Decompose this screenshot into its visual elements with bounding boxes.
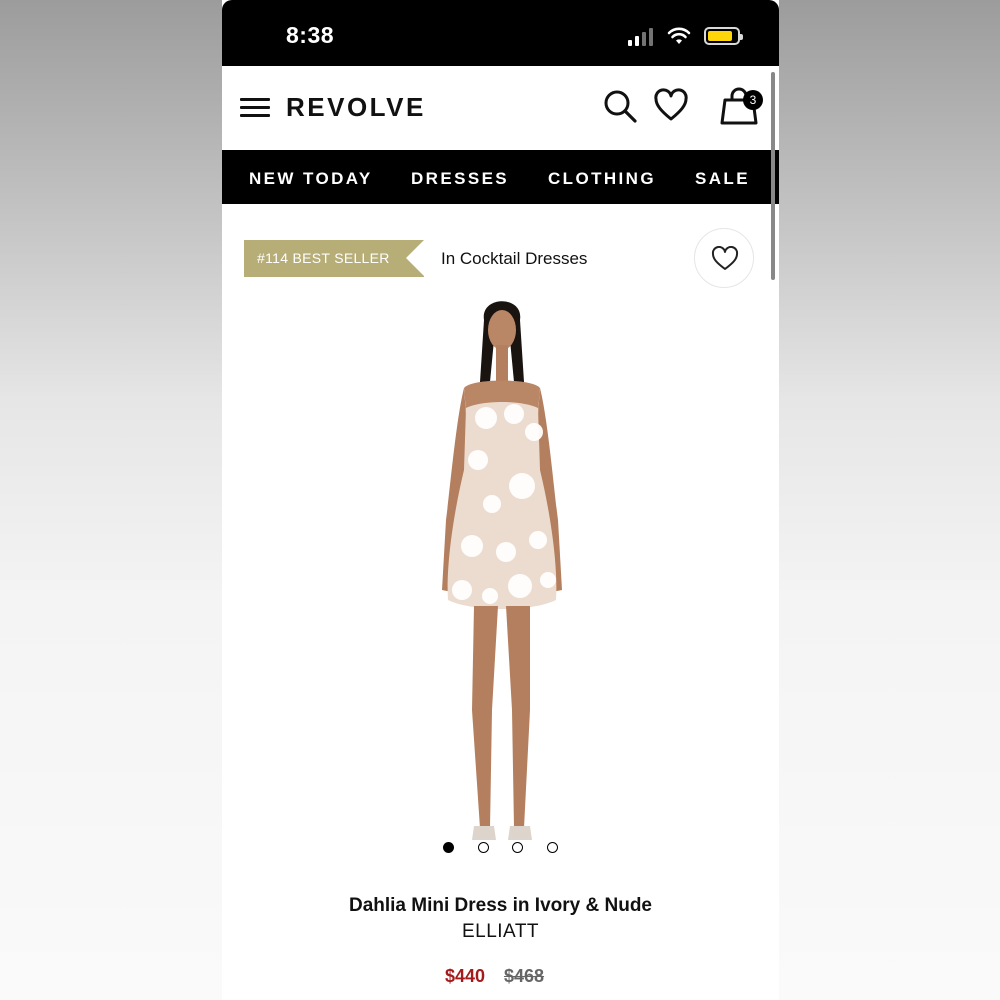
signal-icon — [628, 28, 658, 46]
site-header: REVOLVE 3 — [222, 66, 779, 150]
status-bar: 8:38 — [222, 0, 779, 66]
carousel-dot[interactable] — [477, 842, 489, 853]
menu-icon[interactable] — [240, 98, 270, 118]
search-icon[interactable] — [602, 88, 638, 124]
phone-screen: 8:38 REVOLVE 3 NEW TODAY DRESSES CLOTHIN… — [222, 0, 779, 1000]
nav-clothing[interactable]: CLOTHING — [548, 169, 656, 189]
product-image[interactable] — [402, 290, 602, 855]
product-brand[interactable]: ELLIATT — [222, 921, 779, 943]
original-price: $468 — [504, 966, 545, 986]
battery-icon — [704, 27, 743, 45]
scrollbar[interactable] — [771, 72, 775, 280]
carousel-dot[interactable] — [546, 842, 558, 853]
product-title: Dahlia Mini Dress in Ivory & Nude — [348, 895, 653, 916]
nav-dresses[interactable]: DRESSES — [411, 169, 509, 189]
sale-price: $440 — [445, 966, 486, 986]
category-nav: NEW TODAY DRESSES CLOTHING SALE — [222, 150, 779, 204]
add-to-wishlist-button[interactable] — [694, 228, 754, 288]
heart-outline-icon — [711, 246, 739, 270]
bag-count-badge: 3 — [743, 90, 763, 110]
nav-sale[interactable]: SALE — [695, 169, 750, 189]
site-logo[interactable]: REVOLVE — [286, 92, 426, 123]
wishlist-heart-icon[interactable] — [653, 88, 689, 122]
carousel-dot[interactable] — [512, 842, 523, 853]
status-time: 8:38 — [286, 22, 335, 48]
wifi-icon — [667, 27, 691, 44]
best-seller-badge: #114 BEST SELLER — [257, 250, 390, 266]
category-rank-label: In Cocktail Dresses — [441, 249, 588, 268]
nav-new-today[interactable]: NEW TODAY — [249, 169, 373, 189]
carousel-dot[interactable] — [443, 842, 454, 853]
